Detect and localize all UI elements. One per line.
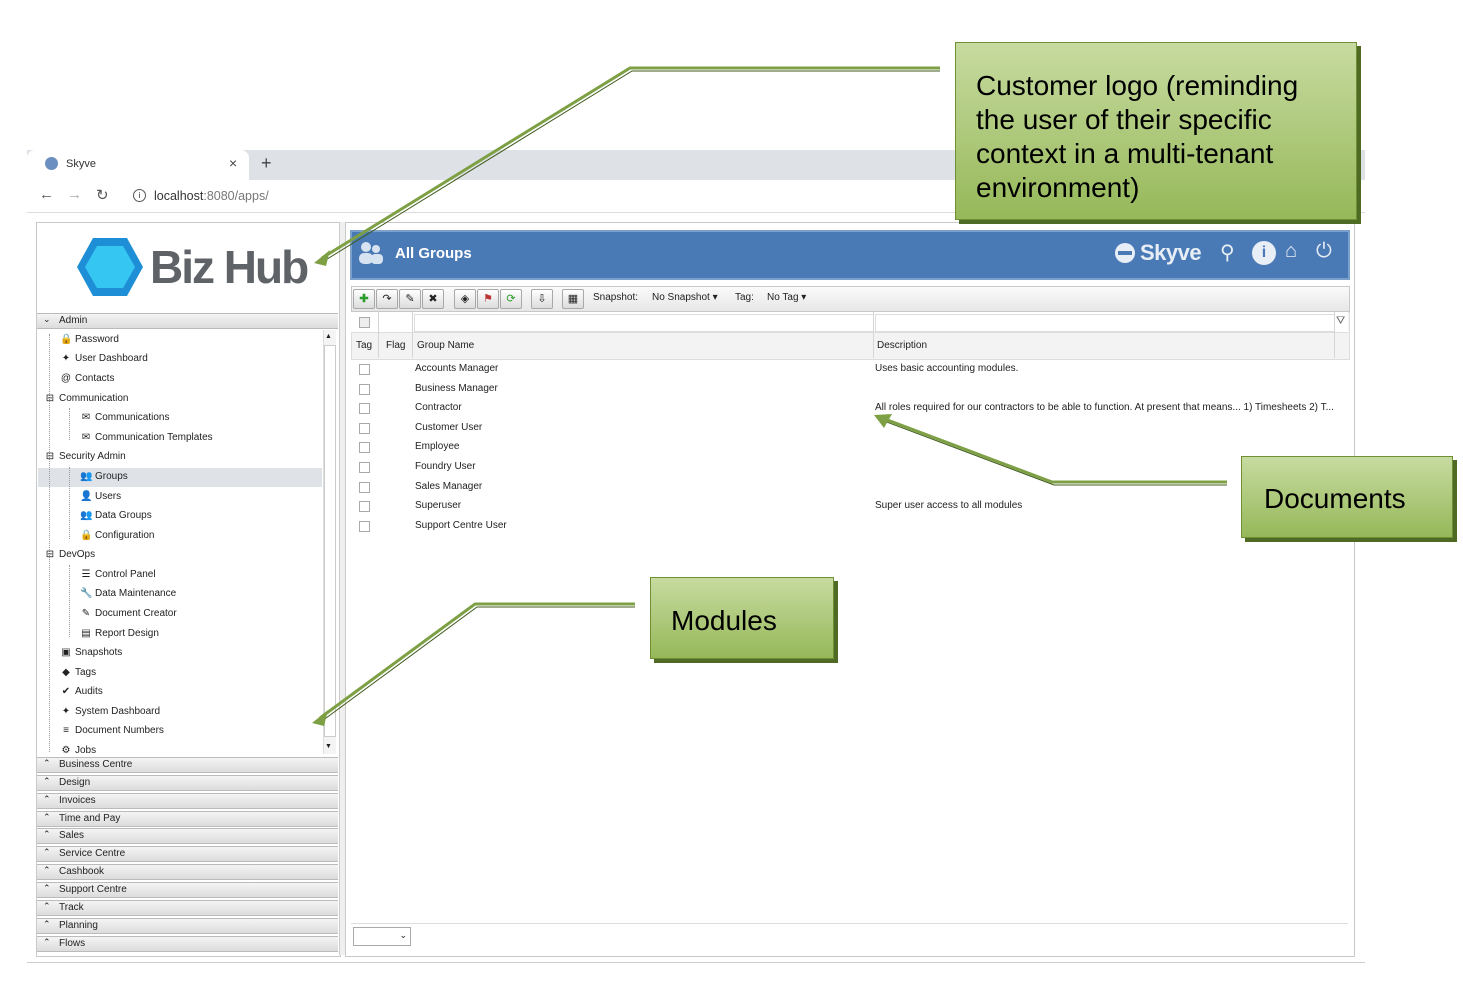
documents-arrow [881, 416, 1227, 484]
modules-arrow [319, 602, 635, 720]
callout-documents: Documents [1241, 456, 1453, 538]
callout-documents-text: Documents [1264, 483, 1406, 514]
callout-logo-text: Customer logo (reminding the user of the… [976, 70, 1299, 203]
callout-customer-logo: Customer logo (reminding the user of the… [955, 42, 1357, 220]
callout-modules: Modules [650, 577, 834, 659]
arrowhead-icon [312, 710, 328, 726]
logo-arrow [321, 66, 940, 260]
arrowhead-icon [314, 250, 330, 266]
callout-modules-text: Modules [671, 605, 777, 636]
